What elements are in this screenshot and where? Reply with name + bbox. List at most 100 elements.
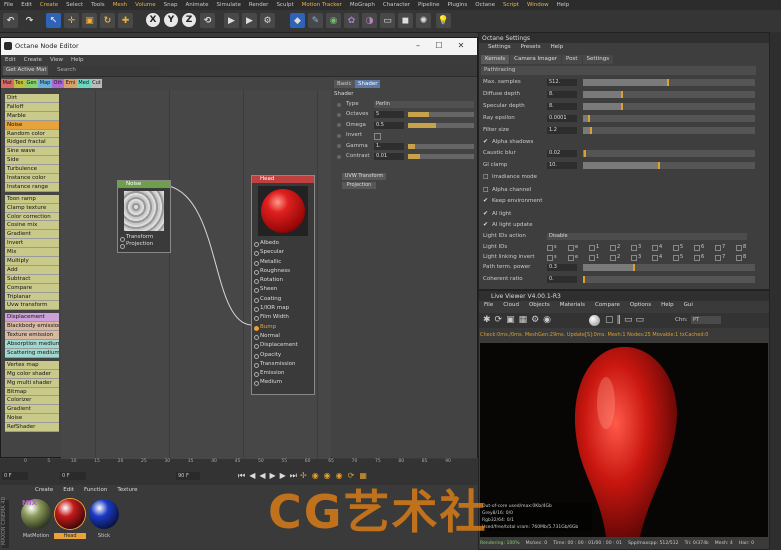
- node-list-item[interactable]: Texture emission: [5, 331, 59, 341]
- node-list-item[interactable]: Uvw transform: [5, 301, 59, 311]
- menu-sculpt[interactable]: Sculpt: [272, 2, 297, 8]
- search-input[interactable]: Search: [51, 66, 161, 75]
- tab-shader[interactable]: Shader: [355, 80, 381, 88]
- node-list-item[interactable]: Ridged fractal: [5, 138, 59, 148]
- head-pin-opacity[interactable]: Opacity: [252, 351, 314, 360]
- noise-pin-projection[interactable]: Projection: [118, 241, 170, 249]
- material-thumbnail[interactable]: MIX MatMotion: [20, 497, 52, 547]
- light-id-checkbox[interactable]: [631, 245, 637, 251]
- lv-menu-cloud[interactable]: Cloud: [498, 302, 524, 308]
- head-pin-sheen[interactable]: Sheen: [252, 285, 314, 294]
- lv-menu-materials[interactable]: Materials: [555, 302, 590, 308]
- head-pin-medium[interactable]: Medium: [252, 378, 314, 387]
- floor-icon[interactable]: ▭: [380, 13, 395, 28]
- light-id-checkbox[interactable]: [547, 245, 553, 251]
- menu-render[interactable]: Render: [245, 2, 273, 8]
- cube-icon[interactable]: ◆: [290, 13, 305, 28]
- setting-value-field[interactable]: 0.0001: [547, 115, 577, 122]
- camera-icon[interactable]: ◼: [398, 13, 413, 28]
- node-list-item[interactable]: Mg color shader: [5, 369, 59, 379]
- ne-menu-edit[interactable]: Edit: [1, 57, 20, 63]
- node-list-item[interactable]: Random color: [5, 129, 59, 139]
- head-pin-film-width[interactable]: Film Width: [252, 313, 314, 322]
- head-pin-specular[interactable]: Specular: [252, 248, 314, 257]
- node-list-item[interactable]: Instance color: [5, 174, 59, 183]
- menu-octane[interactable]: Octane: [471, 2, 499, 8]
- setting-slider[interactable]: [583, 127, 755, 134]
- node-list-item[interactable]: Scattering medium: [5, 348, 59, 358]
- node-list-item[interactable]: Toon ramp: [5, 194, 59, 204]
- os-menu-settings[interactable]: Settings: [483, 44, 516, 50]
- coordinate-system-icon[interactable]: ⟲: [200, 13, 215, 28]
- head-pin-coating[interactable]: Coating: [252, 295, 314, 304]
- param-value-field[interactable]: 1.: [374, 142, 404, 150]
- param-value-field[interactable]: 0.01: [374, 153, 404, 160]
- rotate-icon[interactable]: ↻: [100, 13, 115, 28]
- head-pin-metallic[interactable]: Metallic: [252, 258, 314, 267]
- node-list-item[interactable]: Sine wave: [5, 147, 59, 157]
- light-id-checkbox[interactable]: [568, 245, 574, 251]
- node-list-item[interactable]: Subtract: [5, 274, 59, 284]
- frame-current-field[interactable]: 0 F: [60, 472, 86, 480]
- render-settings-icon[interactable]: ⚙: [260, 13, 275, 28]
- menu-window[interactable]: Window: [523, 2, 553, 8]
- channel-dropdown[interactable]: PT: [691, 316, 721, 324]
- node-list-item[interactable]: Noise: [5, 120, 59, 130]
- node-list-item[interactable]: Mix: [5, 248, 59, 258]
- bulb-icon[interactable]: 💡: [436, 13, 451, 28]
- node-list-item[interactable]: Side: [5, 156, 59, 166]
- node-list-item[interactable]: Instance range: [5, 182, 59, 192]
- menu-file[interactable]: File: [0, 2, 17, 8]
- node-list-item[interactable]: RefShader: [5, 423, 59, 432]
- render-view[interactable]: Out-of-core used/max:0Kb/4Gb Grey8/16: 0/…: [480, 343, 768, 537]
- category-tab-med[interactable]: Med: [76, 79, 91, 88]
- timeline-ruler[interactable]: 0 5 10 15 20 25 30 35 40 45 50 55 60 65 70 75 80 85 90: [24, 459, 454, 467]
- tab-basic[interactable]: Basic: [334, 80, 355, 88]
- node-list-item[interactable]: Invert: [5, 239, 59, 249]
- lv-menu-options[interactable]: Options: [625, 302, 656, 308]
- material-ball-icon[interactable]: [589, 315, 600, 326]
- type-dropdown[interactable]: Perlin: [374, 101, 474, 108]
- category-tab-oth[interactable]: Oth: [51, 79, 65, 88]
- light-id-checkbox[interactable]: [715, 245, 721, 251]
- head-pin-1-ior-map[interactable]: 1/IOR map: [252, 304, 314, 313]
- checkbox[interactable]: □: [483, 174, 489, 180]
- setting-slider[interactable]: [583, 264, 755, 271]
- lv-menu-gui[interactable]: Gui: [679, 302, 698, 308]
- node-list-item[interactable]: Clamp texture: [5, 203, 59, 213]
- param-slider[interactable]: [408, 112, 474, 117]
- render-view-icon[interactable]: ▶: [224, 13, 239, 28]
- setting-slider[interactable]: [583, 79, 755, 86]
- menu-help[interactable]: Help: [553, 2, 574, 8]
- category-tab-tex[interactable]: Tex: [13, 79, 25, 88]
- node-list-item[interactable]: Add: [5, 265, 59, 275]
- menu-plugins[interactable]: Plugins: [444, 2, 472, 8]
- setting-value-field[interactable]: 10.: [547, 162, 577, 169]
- node-list-item[interactable]: Mg multi shader: [5, 378, 59, 388]
- light-id-checkbox[interactable]: [736, 255, 742, 261]
- pen-icon[interactable]: ✎: [308, 13, 323, 28]
- node-list-item[interactable]: Triplanar: [5, 292, 59, 302]
- node-list-item[interactable]: Gradient: [5, 230, 59, 240]
- light-ids-action-dropdown[interactable]: Disable: [547, 233, 747, 240]
- lv-menu-compare[interactable]: Compare: [590, 302, 625, 308]
- lv-menu-file[interactable]: File: [479, 302, 498, 308]
- category-tab-mat[interactable]: Mat: [1, 79, 14, 88]
- node-list-item[interactable]: Bitmap: [5, 387, 59, 397]
- invert-checkbox[interactable]: [374, 133, 381, 140]
- node-list-item[interactable]: Blackbody emission: [5, 322, 59, 332]
- menu-character[interactable]: Character: [379, 2, 414, 8]
- os-tab-settings[interactable]: Settings: [582, 55, 614, 64]
- head-pin-transmission[interactable]: Transmission: [252, 360, 314, 369]
- mm-menu-texture[interactable]: Texture: [112, 487, 142, 493]
- checkbox-row[interactable]: ✔ Alpha shadows: [483, 137, 753, 148]
- param-value-field[interactable]: 0.5: [374, 121, 404, 129]
- node-list-item[interactable]: Turbulence: [5, 165, 59, 175]
- setting-slider[interactable]: [583, 103, 755, 110]
- move-icon[interactable]: ✛: [64, 13, 79, 28]
- setting-slider[interactable]: [583, 115, 755, 122]
- os-tab-camera-imager[interactable]: Camera Imager: [510, 55, 561, 64]
- node-list-item[interactable]: Cosine mix: [5, 221, 59, 231]
- node-list-item[interactable]: Gradient: [5, 405, 59, 415]
- lv-menu-objects[interactable]: Objects: [524, 302, 555, 308]
